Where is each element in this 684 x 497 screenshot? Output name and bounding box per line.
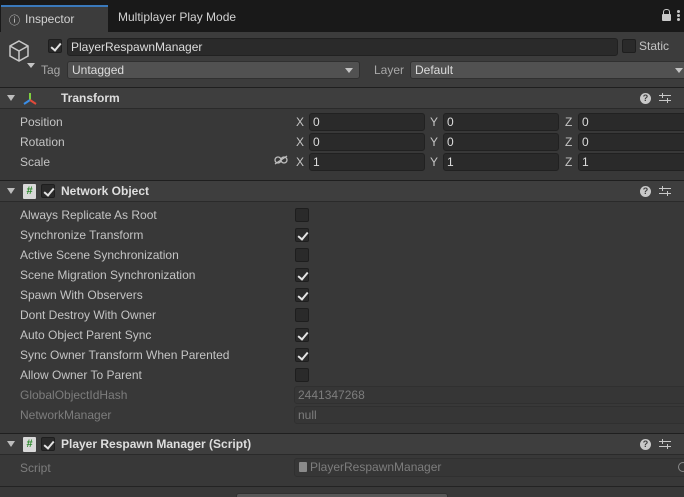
prop-label-spawn-with-observers: Spawn With Observers xyxy=(20,288,143,302)
axis-x-label[interactable]: X xyxy=(296,135,304,149)
static-checkbox[interactable] xyxy=(622,39,636,53)
tab-bar: ⓘ Inspector Multiplayer Play Mode xyxy=(0,0,684,32)
axis-y-label[interactable]: Y xyxy=(430,115,438,129)
preset-settings-icon[interactable] xyxy=(659,438,671,450)
divider xyxy=(0,486,684,487)
tab-multiplayer-play-mode[interactable]: Multiplayer Play Mode xyxy=(118,5,236,32)
object-name-field[interactable]: PlayerRespawnManager xyxy=(67,38,618,56)
transform-axes-icon xyxy=(23,93,37,105)
tag-label: Tag xyxy=(41,63,61,77)
position-x-field[interactable]: 0 xyxy=(309,113,425,131)
chevron-down-icon xyxy=(345,68,353,73)
network-object-enabled-toggle[interactable] xyxy=(41,184,55,198)
preset-settings-icon[interactable] xyxy=(659,92,671,104)
lock-icon[interactable] xyxy=(661,9,673,21)
prop-label-scene-migration-sync: Scene Migration Synchronization xyxy=(20,268,196,282)
always-replicate-checkbox[interactable] xyxy=(295,208,309,222)
add-component-button[interactable] xyxy=(236,493,448,497)
prop-label-synchronize-transform: Synchronize Transform xyxy=(20,228,144,242)
layer-value: Default xyxy=(415,63,454,77)
position-label: Position xyxy=(20,115,63,129)
network-object-title: Network Object xyxy=(61,184,150,198)
prop-label-auto-object-parent-sync: Auto Object Parent Sync xyxy=(20,328,152,342)
foldout-arrow-icon[interactable] xyxy=(7,95,15,101)
tab-multiplayer-label: Multiplayer Play Mode xyxy=(118,10,237,24)
prop-label-active-scene-sync: Active Scene Synchronization xyxy=(20,248,179,262)
script-enabled-toggle[interactable] xyxy=(41,437,55,451)
tab-inspector-label: Inspector xyxy=(25,12,75,26)
chevron-down-icon xyxy=(675,68,683,73)
active-scene-sync-checkbox[interactable] xyxy=(295,248,309,262)
foldout-arrow-icon[interactable] xyxy=(7,188,15,194)
tab-inspector[interactable]: ⓘ Inspector xyxy=(1,5,108,32)
scene-migration-sync-checkbox[interactable] xyxy=(295,268,309,282)
script-object-field[interactable]: PlayerRespawnManager xyxy=(294,458,684,477)
auto-object-parent-sync-checkbox[interactable] xyxy=(295,328,309,342)
foldout-arrow-icon[interactable] xyxy=(7,441,15,447)
help-icon[interactable]: ? xyxy=(640,186,651,197)
rotation-x-field[interactable]: 0 xyxy=(309,133,425,151)
scale-z-field[interactable]: 1 xyxy=(578,153,684,171)
player-respawn-manager-header[interactable]: # Player Respawn Manager (Script) ? xyxy=(0,433,684,455)
prop-label-always-replicate: Always Replicate As Root xyxy=(20,208,157,222)
script-file-icon xyxy=(299,462,307,472)
rotation-label: Rotation xyxy=(20,135,65,149)
position-z-field[interactable]: 0 xyxy=(578,113,684,131)
axis-z-label[interactable]: Z xyxy=(565,115,572,129)
script-label: Script xyxy=(20,461,51,475)
help-icon[interactable]: ? xyxy=(640,439,651,450)
network-manager-label: NetworkManager xyxy=(20,408,112,422)
prop-label-sync-owner-transform: Sync Owner Transform When Parented xyxy=(20,348,230,362)
scale-x-field[interactable]: 1 xyxy=(309,153,425,171)
gameobject-cube-icon[interactable] xyxy=(6,38,32,64)
axis-y-label[interactable]: Y xyxy=(430,155,438,169)
prop-label-dont-destroy-with-owner: Dont Destroy With Owner xyxy=(20,308,157,322)
scale-label: Scale xyxy=(20,155,51,169)
constrain-proportions-icon[interactable] xyxy=(274,155,288,165)
script-component-title: Player Respawn Manager (Script) xyxy=(61,437,252,451)
axis-z-label[interactable]: Z xyxy=(565,155,572,169)
script-hash-icon: # xyxy=(23,437,36,452)
prop-label-allow-owner-to-parent: Allow Owner To Parent xyxy=(20,368,142,382)
tag-value: Untagged xyxy=(72,63,125,77)
layer-label: Layer xyxy=(374,63,405,77)
tag-dropdown[interactable]: Untagged xyxy=(67,61,360,79)
synchronize-transform-checkbox[interactable] xyxy=(295,228,309,242)
rotation-y-field[interactable]: 0 xyxy=(443,133,559,151)
axis-z-label[interactable]: Z xyxy=(565,135,572,149)
dont-destroy-with-owner-checkbox[interactable] xyxy=(295,308,309,322)
active-toggle[interactable] xyxy=(48,39,62,53)
sync-owner-transform-checkbox[interactable] xyxy=(295,348,309,362)
transform-title: Transform xyxy=(61,91,120,105)
script-hash-icon: # xyxy=(23,184,36,199)
object-picker-icon[interactable] xyxy=(678,462,684,472)
transform-header[interactable]: Transform ? xyxy=(0,87,684,109)
network-object-header[interactable]: # Network Object ? xyxy=(0,180,684,202)
position-y-field[interactable]: 0 xyxy=(443,113,559,131)
axis-y-label[interactable]: Y xyxy=(430,135,438,149)
scale-y-field[interactable]: 1 xyxy=(443,153,559,171)
rotation-z-field[interactable]: 0 xyxy=(578,133,684,151)
icon-dropdown-caret-icon[interactable] xyxy=(27,63,35,68)
more-options-icon[interactable] xyxy=(677,10,681,22)
help-icon[interactable]: ? xyxy=(640,93,651,104)
gameobject-header: PlayerRespawnManager Static Tag Untagged… xyxy=(0,32,684,88)
info-icon: ⓘ xyxy=(9,15,20,27)
allow-owner-to-parent-checkbox[interactable] xyxy=(295,368,309,382)
script-value: PlayerRespawnManager xyxy=(310,460,442,474)
static-label: Static xyxy=(639,39,670,53)
global-hash-label: GlobalObjectIdHash xyxy=(20,388,128,402)
preset-settings-icon[interactable] xyxy=(659,185,671,197)
layer-dropdown[interactable]: Default xyxy=(410,61,684,79)
network-manager-field: null xyxy=(294,406,684,424)
axis-x-label[interactable]: X xyxy=(296,115,304,129)
spawn-with-observers-checkbox[interactable] xyxy=(295,288,309,302)
global-hash-field: 2441347268 xyxy=(294,386,684,404)
axis-x-label[interactable]: X xyxy=(296,155,304,169)
